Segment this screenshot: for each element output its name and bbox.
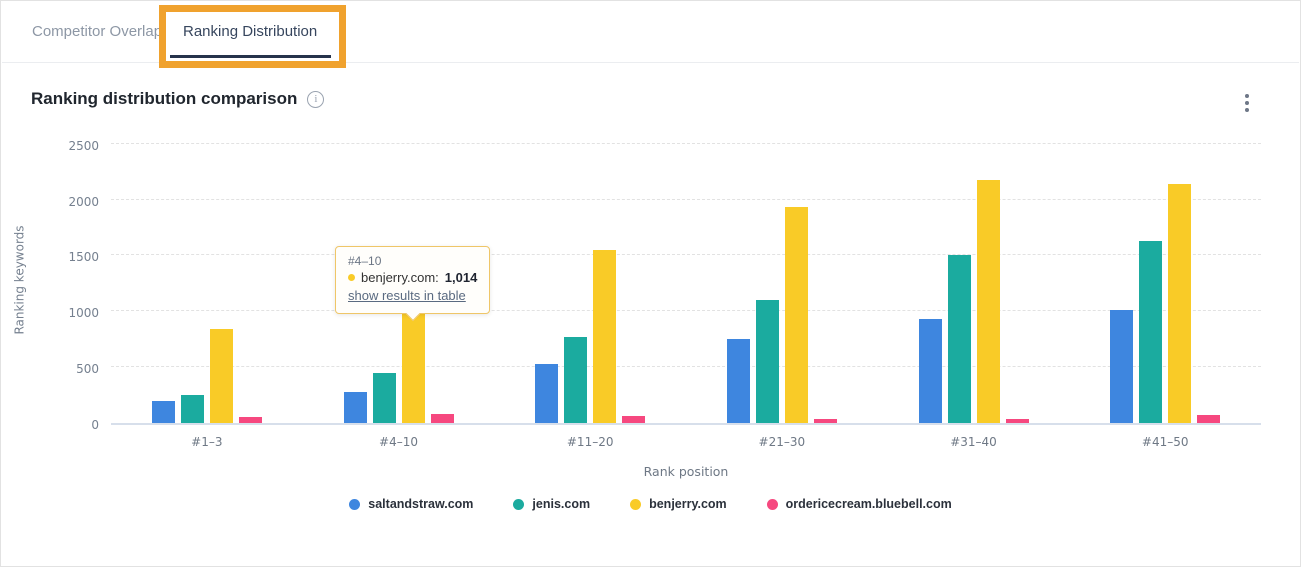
bar-saltandstraw.com[interactable]	[919, 319, 942, 423]
page-title: Ranking distribution comparison	[31, 89, 297, 109]
bar-group-4: #21–30	[727, 135, 837, 423]
y-axis-tick-label: 1500	[31, 250, 99, 264]
legend-dot-icon	[630, 499, 641, 510]
bar-ordericecream.bluebell.com[interactable]	[814, 419, 837, 423]
bar-jenis.com[interactable]	[948, 255, 971, 423]
y-axis-tick-label: 2500	[31, 139, 99, 153]
tab-bar: Competitor Overlap Ranking Distribution	[2, 1, 1299, 63]
bar-group-6: #41–50	[1110, 135, 1220, 423]
bar-benjerry.com[interactable]	[402, 310, 425, 423]
bar-jenis.com[interactable]	[564, 337, 587, 423]
bar-group-1: #1–3	[152, 135, 262, 423]
bar-benjerry.com[interactable]	[593, 250, 616, 423]
x-axis-category-label: #4–10	[379, 435, 418, 449]
bar-group-slot: #41–50	[1069, 135, 1261, 423]
bar-group-slot: #31–40	[878, 135, 1070, 423]
tooltip-series-row: benjerry.com: 1,014	[348, 270, 477, 285]
kebab-menu-icon[interactable]	[1238, 91, 1256, 115]
y-axis-tick-label: 0	[31, 418, 99, 432]
card-header: Ranking distribution comparison i	[31, 89, 324, 109]
legend-item-saltandstraw.com[interactable]: saltandstraw.com	[349, 497, 473, 511]
bar-jenis.com[interactable]	[373, 373, 396, 423]
tooltip-show-results-link[interactable]: show results in table	[348, 288, 466, 303]
legend-item-jenis.com[interactable]: jenis.com	[513, 497, 590, 511]
chart-tooltip: #4–10 benjerry.com: 1,014 show results i…	[335, 246, 490, 314]
bar-groups: #1–3 #4–10 #11–20 #21–30 #31–40 #41–50	[111, 135, 1261, 423]
x-axis-title: Rank position	[111, 464, 1261, 479]
bar-group-slot: #21–30	[686, 135, 878, 423]
y-axis-tick-label: 1000	[31, 306, 99, 320]
bar-benjerry.com[interactable]	[785, 207, 808, 423]
bar-group-5: #31–40	[919, 135, 1029, 423]
bar-saltandstraw.com[interactable]	[535, 364, 558, 423]
legend-label: jenis.com	[532, 497, 590, 511]
active-tab-underline	[170, 55, 331, 58]
legend-dot-icon	[767, 499, 778, 510]
x-axis-category-label: #41–50	[1142, 435, 1189, 449]
bar-jenis.com[interactable]	[181, 395, 204, 424]
y-axis-tick-labels: 05001000150020002500	[31, 135, 99, 425]
y-axis-title: Ranking keywords	[7, 135, 33, 425]
bar-saltandstraw.com[interactable]	[727, 339, 750, 423]
legend-label: benjerry.com	[649, 497, 727, 511]
x-axis-category-label: #11–20	[567, 435, 614, 449]
page: Competitor Overlap Ranking Distribution …	[0, 0, 1301, 567]
bar-saltandstraw.com[interactable]	[1110, 310, 1133, 423]
legend-dot-icon	[513, 499, 524, 510]
x-axis-category-label: #1–3	[191, 435, 222, 449]
bar-group-slot: #1–3	[111, 135, 303, 423]
bar-ordericecream.bluebell.com[interactable]	[431, 414, 454, 423]
legend-item-ordericecream.bluebell.com[interactable]: ordericecream.bluebell.com	[767, 497, 952, 511]
bar-ordericecream.bluebell.com[interactable]	[239, 417, 262, 423]
info-icon[interactable]: i	[307, 91, 324, 108]
bar-jenis.com[interactable]	[756, 300, 779, 423]
bar-ordericecream.bluebell.com[interactable]	[1006, 419, 1029, 424]
bar-saltandstraw.com[interactable]	[344, 392, 367, 423]
tooltip-value: 1,014	[445, 270, 478, 285]
bar-ordericecream.bluebell.com[interactable]	[1197, 415, 1220, 423]
y-axis-tick-label: 500	[31, 362, 99, 376]
y-axis-tick-label: 2000	[31, 195, 99, 209]
legend-dot-icon	[349, 499, 360, 510]
bar-benjerry.com[interactable]	[210, 329, 233, 423]
tab-competitor-overlap[interactable]: Competitor Overlap	[32, 23, 162, 40]
legend-label: ordericecream.bluebell.com	[786, 497, 952, 511]
x-axis-category-label: #31–40	[950, 435, 997, 449]
chart-plot-area: #1–3 #4–10 #11–20 #21–30 #31–40 #41–50	[111, 135, 1261, 425]
bar-group-3: #11–20	[535, 135, 645, 423]
bar-group-slot: #11–20	[494, 135, 686, 423]
chart-legend: saltandstraw.com jenis.com benjerry.com ord…	[1, 497, 1300, 511]
tab-ranking-distribution[interactable]: Ranking Distribution	[183, 23, 317, 40]
tooltip-series-name: benjerry.com:	[361, 270, 439, 285]
bar-jenis.com[interactable]	[1139, 241, 1162, 423]
bar-benjerry.com[interactable]	[977, 180, 1000, 424]
x-axis-category-label: #21–30	[759, 435, 806, 449]
legend-label: saltandstraw.com	[368, 497, 473, 511]
bar-saltandstraw.com[interactable]	[152, 401, 175, 423]
legend-item-benjerry.com[interactable]: benjerry.com	[630, 497, 727, 511]
bar-ordericecream.bluebell.com[interactable]	[622, 416, 645, 423]
tooltip-category: #4–10	[348, 254, 477, 268]
tooltip-series-dot-icon	[348, 274, 355, 281]
bar-benjerry.com[interactable]	[1168, 184, 1191, 423]
